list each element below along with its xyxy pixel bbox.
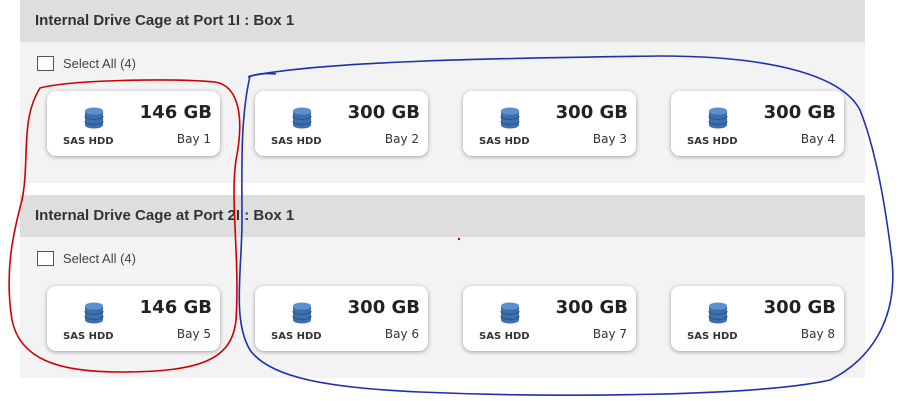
drive-list: 146 GB SAS HDD Bay 5 300 GB SAS HDD Bay …	[47, 286, 844, 351]
select-all-checkbox[interactable]	[37, 56, 54, 71]
drive-cage-port-1i: Internal Drive Cage at Port 1I : Box 1 S…	[20, 0, 865, 183]
drive-list: 146 GB SAS HDD Bay 1 300 GB SAS HDD Bay …	[47, 91, 844, 156]
drive-bay: Bay 7	[592, 327, 627, 341]
drive-capacity: 146 GB	[139, 102, 212, 123]
red-dot-mark	[458, 238, 460, 240]
database-disk-icon	[292, 107, 312, 129]
drive-type: SAS HDD	[687, 331, 738, 342]
drive-type: SAS HDD	[63, 136, 114, 147]
select-all-label: Select All (4)	[63, 251, 136, 266]
select-all-label: Select All (4)	[63, 56, 136, 71]
drive-tile-bay-5[interactable]: 146 GB SAS HDD Bay 5	[47, 286, 220, 351]
drive-tile-bay-8[interactable]: 300 GB SAS HDD Bay 8	[671, 286, 844, 351]
drive-bay: Bay 1	[176, 132, 211, 146]
database-disk-icon	[708, 302, 728, 324]
drive-bay: Bay 5	[176, 327, 211, 341]
drive-capacity: 300 GB	[555, 102, 628, 123]
drive-type: SAS HDD	[271, 331, 322, 342]
drive-tile-bay-4[interactable]: 300 GB SAS HDD Bay 4	[671, 91, 844, 156]
drive-capacity: 300 GB	[555, 297, 628, 318]
drive-capacity: 146 GB	[139, 297, 212, 318]
select-all-control[interactable]: Select All (4)	[37, 251, 136, 266]
drive-type: SAS HDD	[479, 331, 530, 342]
drive-tile-bay-1[interactable]: 146 GB SAS HDD Bay 1	[47, 91, 220, 156]
drive-tile-bay-3[interactable]: 300 GB SAS HDD Bay 3	[463, 91, 636, 156]
drive-type: SAS HDD	[63, 331, 114, 342]
drive-bay: Bay 6	[384, 327, 419, 341]
drive-bay: Bay 4	[800, 132, 835, 146]
drive-bay: Bay 3	[592, 132, 627, 146]
database-disk-icon	[84, 302, 104, 324]
drive-capacity: 300 GB	[763, 297, 836, 318]
select-all-checkbox[interactable]	[37, 251, 54, 266]
drive-tile-bay-2[interactable]: 300 GB SAS HDD Bay 2	[255, 91, 428, 156]
drive-type: SAS HDD	[271, 136, 322, 147]
drive-cage-port-2i: Internal Drive Cage at Port 2I : Box 1 S…	[20, 195, 865, 378]
database-disk-icon	[500, 302, 520, 324]
drive-tile-bay-6[interactable]: 300 GB SAS HDD Bay 6	[255, 286, 428, 351]
drive-type: SAS HDD	[479, 136, 530, 147]
database-disk-icon	[500, 107, 520, 129]
database-disk-icon	[708, 107, 728, 129]
select-all-control[interactable]: Select All (4)	[37, 56, 136, 71]
drive-type: SAS HDD	[687, 136, 738, 147]
cage-title: Internal Drive Cage at Port 2I : Box 1	[20, 195, 865, 237]
drive-capacity: 300 GB	[347, 297, 420, 318]
drive-tile-bay-7[interactable]: 300 GB SAS HDD Bay 7	[463, 286, 636, 351]
drive-selection-screen: Internal Drive Cage at Port 1I : Box 1 S…	[0, 0, 898, 401]
drive-capacity: 300 GB	[763, 102, 836, 123]
database-disk-icon	[84, 107, 104, 129]
drive-capacity: 300 GB	[347, 102, 420, 123]
drive-bay: Bay 2	[384, 132, 419, 146]
cage-title: Internal Drive Cage at Port 1I : Box 1	[20, 0, 865, 42]
database-disk-icon	[292, 302, 312, 324]
drive-bay: Bay 8	[800, 327, 835, 341]
